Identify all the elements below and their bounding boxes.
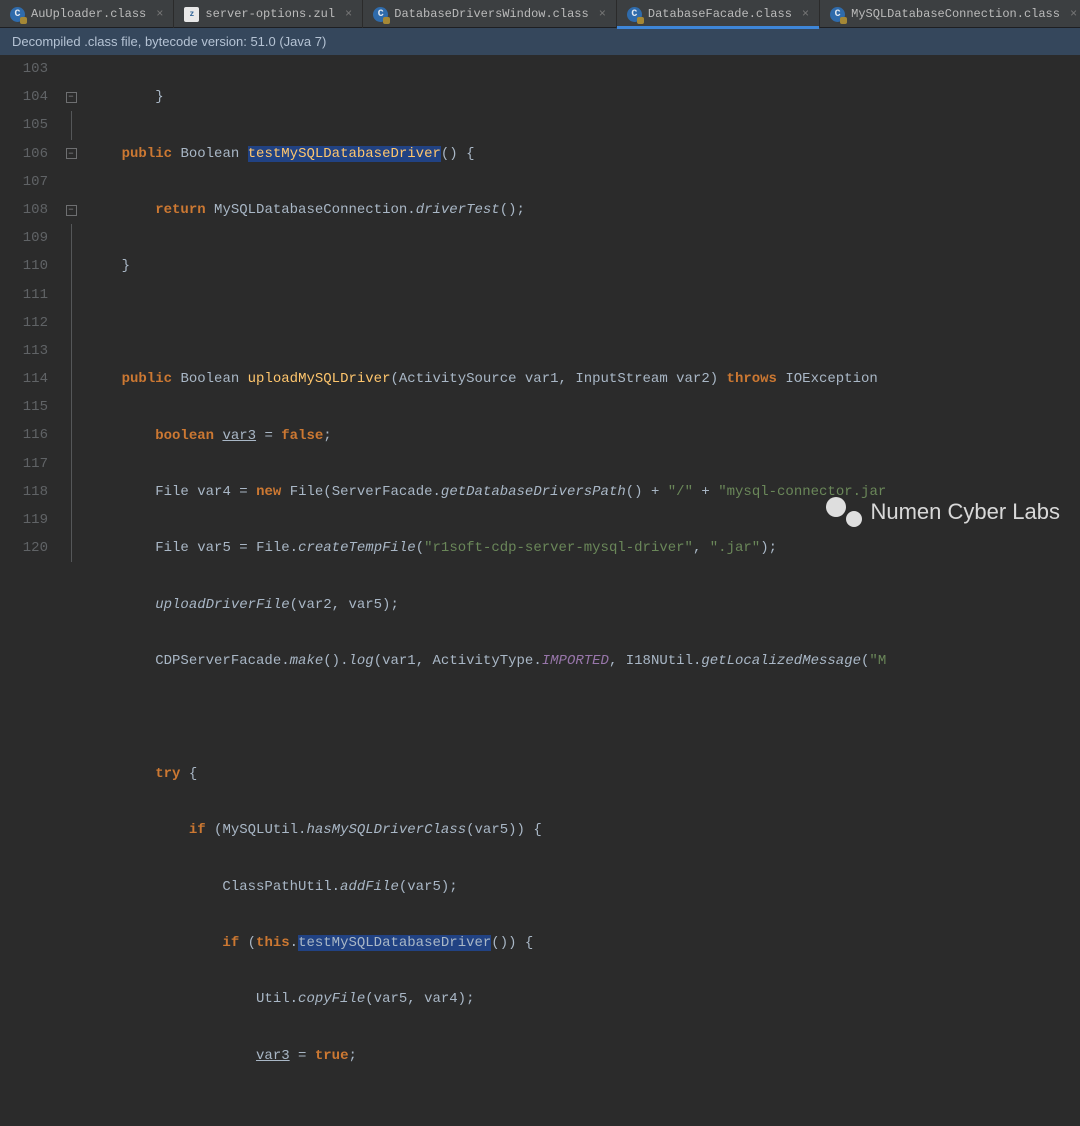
close-icon[interactable]: ×: [1070, 7, 1077, 21]
class-file-icon: C: [373, 7, 388, 22]
watermark-text: Numen Cyber Labs: [870, 499, 1060, 525]
tab-database-facade[interactable]: C DatabaseFacade.class ×: [617, 0, 820, 28]
kw-new: new: [256, 484, 281, 500]
tab-label: MySQLDatabaseConnection.class: [851, 7, 1060, 21]
line-number: 120: [0, 534, 48, 562]
method-call: getLocalizedMessage: [701, 653, 861, 669]
class-ref: Util: [256, 991, 290, 1007]
line-number: 118: [0, 478, 48, 506]
method-call: createTempFile: [298, 540, 416, 556]
line-number: 114: [0, 365, 48, 393]
tab-label: DatabaseFacade.class: [648, 7, 792, 21]
fold-marker[interactable]: −: [60, 83, 82, 111]
kw-return: return: [155, 202, 205, 218]
close-icon[interactable]: ×: [156, 7, 163, 21]
close-icon[interactable]: ×: [345, 7, 352, 21]
method-call: driverTest: [416, 202, 500, 218]
kw-false: false: [281, 428, 323, 444]
class-ref: CDPServerFacade: [155, 653, 281, 669]
variable: var4: [197, 484, 231, 500]
kw-throws: throws: [727, 371, 777, 387]
code-line: }: [88, 89, 164, 105]
zul-file-icon: z: [184, 7, 199, 22]
line-number: 105: [0, 111, 48, 139]
line-number-gutter: 103 104 105 106 107 108 109 110 111 112 …: [0, 55, 60, 564]
method-call: getDatabaseDriversPath: [441, 484, 626, 500]
tab-server-options[interactable]: z server-options.zul ×: [174, 0, 363, 28]
kw-public: public: [122, 146, 172, 162]
params: (ActivitySource var1, InputStream var2): [390, 371, 718, 387]
class-file-icon: C: [830, 7, 845, 22]
line-number: 119: [0, 506, 48, 534]
tab-database-drivers-window[interactable]: C DatabaseDriversWindow.class ×: [363, 0, 617, 28]
method-call: make: [290, 653, 324, 669]
line-number: 117: [0, 450, 48, 478]
fold-column: − − −: [60, 55, 82, 564]
line-number: 107: [0, 168, 48, 196]
line-number: 104: [0, 83, 48, 111]
string-literal: "r1soft-cdp-server-mysql-driver": [424, 540, 693, 556]
line-number: 115: [0, 393, 48, 421]
string-literal: ".jar": [710, 540, 760, 556]
line-number: 112: [0, 309, 48, 337]
class-ref: ClassPathUtil: [222, 879, 331, 895]
code-editor[interactable]: 103 104 105 106 107 108 109 110 111 112 …: [0, 55, 1080, 564]
line-number: 110: [0, 252, 48, 280]
return-type: Boolean: [180, 371, 239, 387]
code-content[interactable]: } public Boolean testMySQLDatabaseDriver…: [82, 55, 886, 564]
kw-public: public: [122, 371, 172, 387]
tab-au-uploader[interactable]: C AuUploader.class ×: [0, 0, 174, 28]
editor-tabs: C AuUploader.class × z server-options.zu…: [0, 0, 1080, 28]
class-file-icon: C: [10, 7, 25, 22]
variable: var5: [197, 540, 231, 556]
method-call: log: [348, 653, 373, 669]
code-line: }: [88, 258, 130, 274]
return-type: Boolean: [180, 146, 239, 162]
close-icon[interactable]: ×: [599, 7, 606, 21]
ctor: File: [290, 484, 324, 500]
line-number: 108: [0, 196, 48, 224]
method-name: uploadMySQLDriver: [248, 371, 391, 387]
watermark: Numen Cyber Labs: [826, 497, 1060, 527]
kw-if: if: [189, 822, 206, 838]
line-number: 116: [0, 421, 48, 449]
method-call: uploadDriverFile: [155, 597, 289, 613]
kw-boolean: boolean: [155, 428, 214, 444]
kw-true: true: [315, 1048, 349, 1064]
close-icon[interactable]: ×: [802, 7, 809, 21]
method-call: testMySQLDatabaseDriver: [298, 935, 491, 951]
string-literal: "M: [869, 653, 886, 669]
fold-marker[interactable]: −: [60, 140, 82, 168]
line-number: 111: [0, 281, 48, 309]
tab-label: server-options.zul: [205, 7, 335, 21]
line-number: 103: [0, 55, 48, 83]
enum-constant: IMPORTED: [542, 653, 609, 669]
wechat-icon: [826, 497, 862, 527]
type: File: [155, 540, 189, 556]
method-name: testMySQLDatabaseDriver: [248, 146, 441, 162]
decompiled-banner: Decompiled .class file, bytecode version…: [0, 28, 1080, 55]
method-call: addFile: [340, 879, 399, 895]
type: File: [155, 484, 189, 500]
tab-mysql-connection[interactable]: C MySQLDatabaseConnection.class ×: [820, 0, 1080, 28]
string-literal: "/": [668, 484, 693, 500]
line-number: 106: [0, 140, 48, 168]
line-number: 113: [0, 337, 48, 365]
kw-if: if: [222, 935, 239, 951]
tab-label: DatabaseDriversWindow.class: [394, 7, 588, 21]
tab-label: AuUploader.class: [31, 7, 146, 21]
kw-this: this: [256, 935, 290, 951]
line-number: 109: [0, 224, 48, 252]
fold-marker[interactable]: −: [60, 196, 82, 224]
kw-try: try: [155, 766, 180, 782]
variable: var3: [256, 1048, 290, 1064]
class-file-icon: C: [627, 7, 642, 22]
exception-type: IOException: [785, 371, 877, 387]
method-call: hasMySQLDriverClass: [306, 822, 466, 838]
method-call: copyFile: [298, 991, 365, 1007]
variable: var3: [222, 428, 256, 444]
